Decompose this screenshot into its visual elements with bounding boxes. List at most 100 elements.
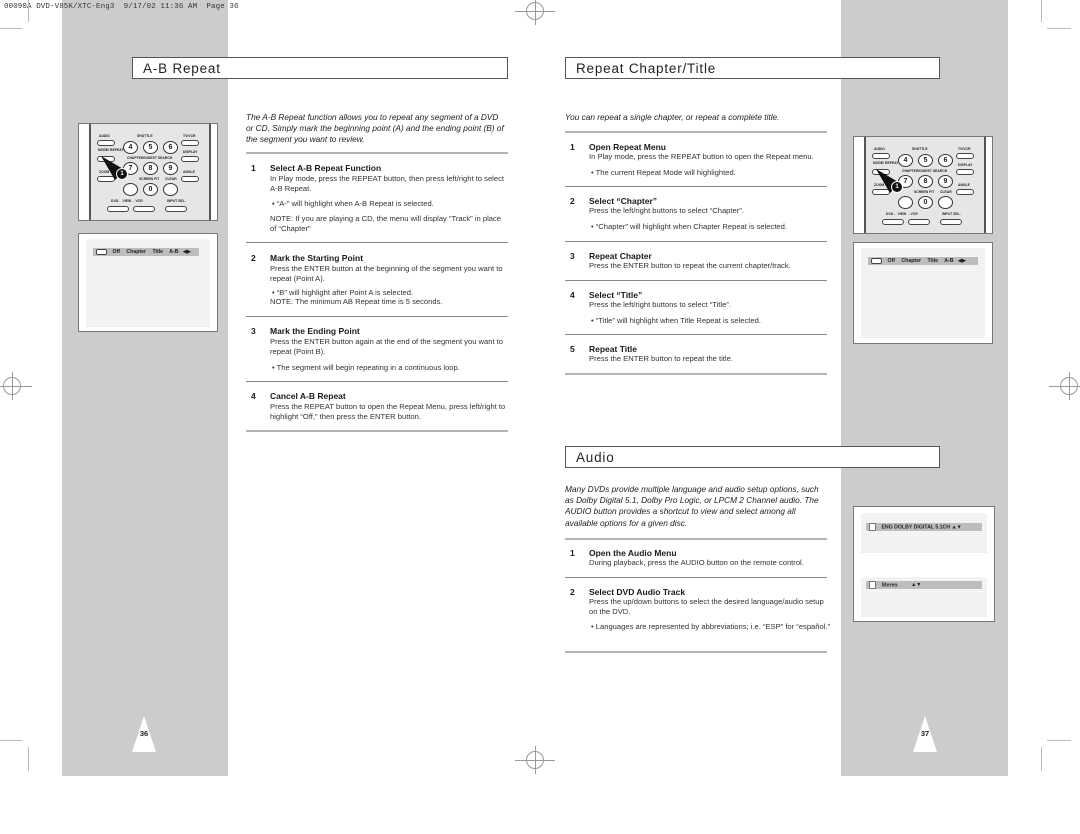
remote-label-dvd-view-vcr: DVD← VIEW →VCR — [886, 212, 918, 216]
crop-mark — [28, 747, 29, 771]
divider — [565, 131, 827, 133]
osd-option-ab: A-B — [944, 258, 954, 264]
step-text: Press the left/right buttons to select “… — [589, 206, 744, 215]
remote-label-mode-repeat: MODE/ REPEAT — [98, 148, 124, 152]
remote-label-search: CHAPTER/DIGEST SEARCH — [127, 156, 173, 160]
remote-label-tvvcr: TV/VCR — [183, 134, 196, 138]
osd-option-ab: A-B — [169, 249, 179, 255]
remote-label-mode-repeat: MODE/ REPEAT — [873, 161, 899, 165]
step-title: Repeat Title — [589, 344, 638, 354]
remote-audio-button — [97, 140, 115, 146]
repeat-osd-figure: Off Chapter Title A-B ◀▶ — [853, 242, 993, 344]
remote-control-figure: AUDIO SHUTTLE TV/VCR 4 5 6 MODE/ REPEAT … — [853, 136, 993, 234]
step-bullet: • Languages are represented by abbreviat… — [591, 622, 831, 631]
remote-key-9: 9 — [938, 175, 953, 188]
step-bullet: • The segment will begin repeating in a … — [272, 363, 460, 372]
remote-label-screen-fit: SCREEN FIT — [914, 190, 935, 194]
osd-option-chapter: Chapter — [901, 258, 922, 264]
osd-audio-bar-1: ENG DOLBY DIGITAL 5.1CH ▲▼ — [866, 523, 982, 531]
crop-mark — [28, 0, 29, 22]
audio-osd-figure: ENG DOLBY DIGITAL 5.1CH ▲▼ Stereo ▲▼ — [853, 506, 995, 622]
page-number: 37 — [920, 729, 930, 738]
step-text: In Play mode, press the REPEAT button to… — [589, 152, 814, 161]
remote-vcr-button — [133, 206, 155, 212]
osd-audio-track: ENG DOLBY DIGITAL 5.1CH — [881, 524, 951, 531]
remote-tvvcr-button — [181, 140, 199, 146]
step-title: Select A-B Repeat Function — [270, 163, 382, 173]
osd-audio-mode: Stereo — [881, 582, 898, 589]
remote-key-0: 0 — [918, 196, 933, 209]
remote-label-display: DISPLAY — [958, 163, 973, 167]
remote-label-shuttle: SHUTTLE — [912, 147, 928, 151]
right-gray-bar — [841, 0, 1008, 776]
step-text: Press the up/down buttons to select the … — [589, 597, 824, 616]
page-number: 36 — [139, 729, 149, 738]
remote-key-5: 5 — [143, 141, 158, 154]
remote-control-figure: AUDIO SHUTTLE TV/VCR 4 5 6 MODE/ REPEAT … — [78, 123, 218, 221]
osd-option-title: Title — [152, 249, 164, 255]
remote-label-input-sel: INPUT SEL. — [167, 199, 186, 203]
remote-key-4: 4 — [123, 141, 138, 154]
osd-option-chapter: Chapter — [126, 249, 147, 255]
remote-label-shuttle: SHUTTLE — [137, 134, 153, 138]
remote-dvd-button — [107, 206, 129, 212]
remote-key-5: 5 — [918, 154, 933, 167]
section-title-ab-repeat: A-B Repeat — [132, 57, 508, 79]
step-text: Press the ENTER button to repeat the cur… — [589, 261, 791, 270]
step-bullet: • “A-” will highlight when A-B Repeat is… — [272, 199, 434, 208]
divider — [565, 577, 827, 578]
divider — [565, 186, 827, 187]
divider — [565, 538, 827, 540]
remote-key-4: 4 — [898, 154, 913, 167]
remote-label-clear: CLEAR — [165, 177, 177, 181]
divider — [246, 381, 508, 382]
step-note: NOTE: The minimum AB Repeat time is 5 se… — [270, 297, 443, 306]
registration-mark-icon — [515, 746, 555, 774]
remote-display-button — [181, 156, 199, 162]
remote-label-input-sel: INPUT SEL. — [942, 212, 961, 216]
step-text: Press the ENTER button again at the end … — [270, 337, 504, 356]
callout-step-number: 1 — [891, 181, 903, 193]
step-note: NOTE: If you are playing a CD, the menu … — [270, 214, 501, 233]
audio-icon — [869, 581, 876, 589]
remote-clear-button — [163, 183, 178, 196]
divider — [246, 430, 508, 432]
left-right-arrows-icon: ◀▶ — [957, 258, 966, 264]
section-title-repeat-chapter-title: Repeat Chapter/Title — [565, 57, 940, 79]
left-gray-bar — [62, 0, 228, 776]
remote-key-6: 6 — [163, 141, 178, 154]
step-title: Mark the Ending Point — [270, 326, 360, 336]
step-title: Select DVD Audio Track — [589, 587, 686, 597]
step-text: Press the left/right buttons to select “… — [589, 300, 731, 309]
print-slug: 00090A DVD-V85K/XTC-Eng3 9/17/02 11:36 A… — [4, 3, 239, 11]
remote-label-audio: AUDIO — [874, 147, 885, 151]
osd-repeat-menu-bar: Off Chapter Title A-B ◀▶ — [93, 248, 199, 256]
crop-mark — [1047, 28, 1071, 29]
ab-repeat-intro: The A-B Repeat function allows you to re… — [246, 112, 504, 145]
divider — [246, 316, 508, 317]
registration-mark-icon — [515, 0, 555, 25]
remote-tvvcr-button — [956, 153, 974, 159]
divider — [565, 651, 827, 653]
remote-dvd-button — [882, 219, 904, 225]
remote-input-button — [940, 219, 962, 225]
divider — [565, 241, 827, 242]
repeat-icon — [96, 248, 107, 255]
callout-step-number: 1 — [116, 168, 128, 180]
step-title: Repeat Chapter — [589, 251, 652, 261]
remote-key-9: 9 — [163, 162, 178, 175]
step-bullet: • “Title” will highlight when Title Repe… — [591, 316, 761, 325]
crop-mark — [0, 740, 22, 741]
remote-label-display: DISPLAY — [183, 150, 198, 154]
step-title: Select “Chapter” — [589, 196, 658, 206]
osd-screen — [861, 513, 987, 553]
osd-option-off: Off — [887, 258, 895, 264]
crop-mark — [1041, 0, 1042, 22]
remote-label-tvvcr: TV/VCR — [958, 147, 971, 151]
registration-mark-icon — [1049, 372, 1080, 400]
remote-input-button — [165, 206, 187, 212]
remote-key-8: 8 — [143, 162, 158, 175]
step-text: Press the ENTER button at the beginning … — [270, 264, 503, 283]
divider — [565, 334, 827, 335]
step-title: Mark the Starting Point — [270, 253, 364, 263]
